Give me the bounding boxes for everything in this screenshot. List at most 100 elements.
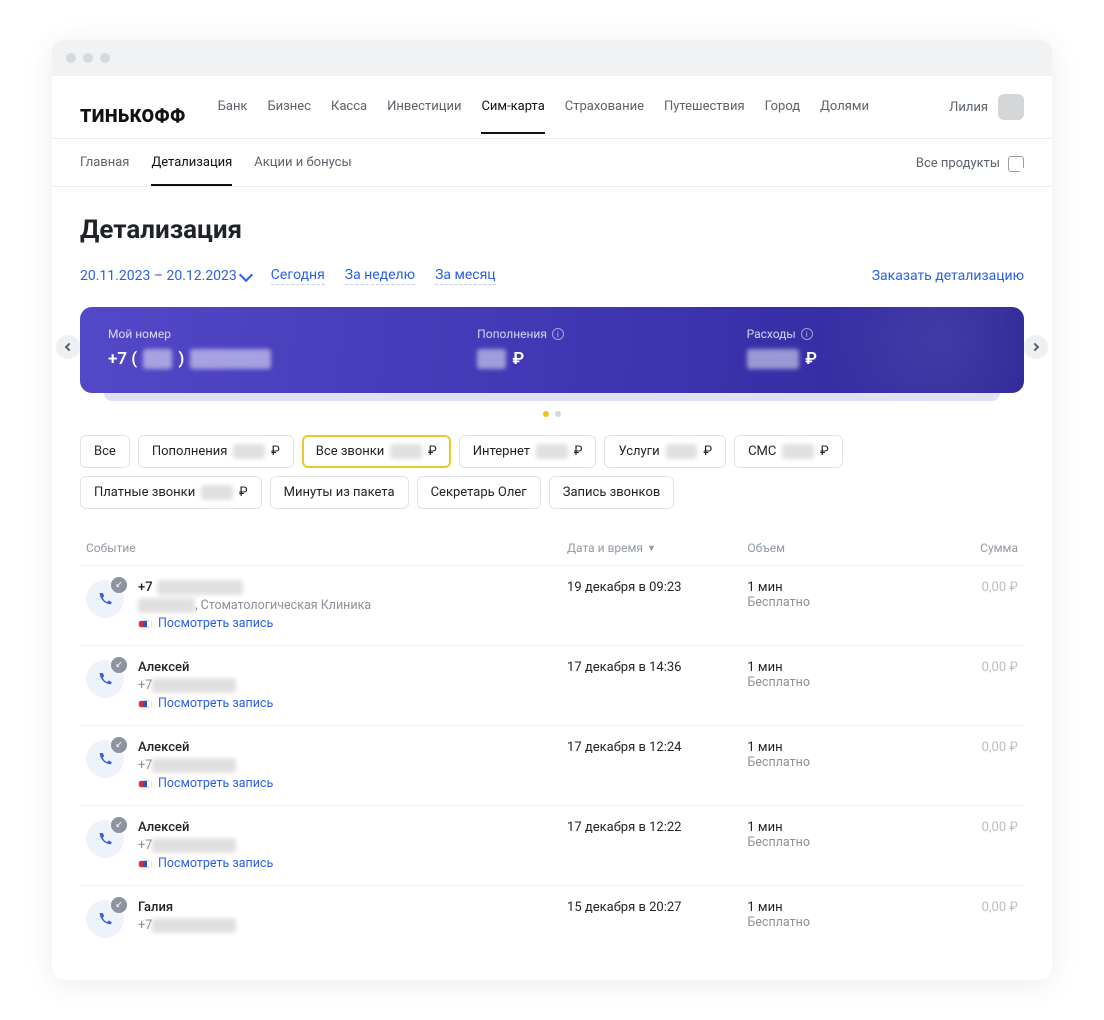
incoming-badge-icon: ↙ bbox=[111, 577, 127, 593]
summary-my-number-value: +7 (000) 000-00-00 bbox=[108, 349, 457, 369]
table-row[interactable]: ↙+7000 000-00-00Название, Стоматологичес… bbox=[80, 565, 1024, 645]
top-nav-item[interactable]: Касса bbox=[331, 99, 367, 134]
chip-label: Секретарь Олег bbox=[431, 485, 527, 500]
carousel-prev-button[interactable] bbox=[56, 335, 80, 359]
user-area[interactable]: Лилия bbox=[949, 94, 1024, 138]
window-dot bbox=[66, 53, 76, 63]
summary-topups-value: 000 ₽ bbox=[477, 349, 726, 369]
date-range-picker[interactable]: 20.11.2023 – 20.12.2023 bbox=[80, 268, 251, 284]
table-header: Событие Дата и время ▼ Объем Сумма bbox=[80, 531, 1024, 565]
page-content: Детализация 20.11.2023 – 20.12.2023 Сего… bbox=[52, 187, 1052, 980]
filter-chip[interactable]: Интернет00,00 ₽ bbox=[459, 435, 597, 468]
redacted: 00,00 bbox=[201, 485, 233, 500]
sub-nav-item[interactable]: Детализация bbox=[151, 155, 232, 186]
redacted: 000 000-00-00 bbox=[152, 758, 235, 773]
record-flag-icon bbox=[138, 620, 152, 628]
filter-chip[interactable]: Пополнения00,00 ₽ bbox=[138, 435, 294, 468]
redacted: 000 000-00-00 bbox=[152, 678, 235, 693]
filter-chip[interactable]: Услуги00,00 ₽ bbox=[604, 435, 726, 468]
phone-icon: ↙ bbox=[86, 900, 124, 938]
avatar[interactable] bbox=[998, 94, 1024, 120]
redacted: 000 000-00-00 bbox=[157, 580, 243, 595]
table-row[interactable]: ↙Алексей+7 000 000-00-00Посмотреть запис… bbox=[80, 805, 1024, 885]
all-products-link[interactable]: Все продукты bbox=[916, 156, 1024, 186]
view-recording-link[interactable]: Посмотреть запись bbox=[138, 776, 273, 791]
phone-icon: ↙ bbox=[86, 740, 124, 778]
cell-datetime: 17 декабря в 12:22 bbox=[567, 820, 747, 871]
carousel-next-button[interactable] bbox=[1024, 335, 1048, 359]
top-nav-item[interactable]: Путешествия bbox=[664, 99, 745, 134]
cell-sum: 0,00 ₽ bbox=[898, 820, 1018, 871]
filter-chip[interactable]: Секретарь Олег bbox=[417, 476, 541, 509]
cell-volume: 1 минБесплатно bbox=[747, 820, 897, 871]
filter-chip[interactable]: Платные звонки00,00 ₽ bbox=[80, 476, 262, 509]
col-datetime[interactable]: Дата и время ▼ bbox=[567, 541, 747, 555]
sub-nav: Главная Детализация Акции и бонусы bbox=[80, 155, 352, 186]
chip-label: Услуги bbox=[618, 444, 659, 459]
quick-range-week[interactable]: За неделю bbox=[345, 267, 415, 285]
quick-range-month[interactable]: За месяц bbox=[435, 267, 496, 285]
chip-label: Минуты из пакета bbox=[284, 485, 395, 500]
filter-chip[interactable]: СМС00,00 ₽ bbox=[734, 435, 843, 468]
view-recording-link[interactable]: Посмотреть запись bbox=[138, 616, 371, 631]
top-nav-item[interactable]: Город bbox=[765, 99, 801, 134]
redacted: 00,00 bbox=[666, 444, 698, 459]
top-nav-item[interactable]: Страхование bbox=[565, 99, 644, 134]
carousel-dot-active[interactable] bbox=[543, 411, 549, 417]
filter-chip[interactable]: Минуты из пакета bbox=[270, 476, 409, 509]
summary-my-number: Мой номер +7 (000) 000-00-00 bbox=[108, 327, 457, 369]
quick-range-today[interactable]: Сегодня bbox=[271, 267, 325, 285]
col-sum: Сумма bbox=[898, 541, 1018, 555]
date-range-label: 20.11.2023 – 20.12.2023 bbox=[80, 268, 237, 284]
redacted: 00,00 bbox=[233, 444, 265, 459]
filter-chip[interactable]: Все звонки00,00 ₽ bbox=[302, 435, 451, 468]
filter-chip[interactable]: Все bbox=[80, 435, 130, 468]
summary-expenses-value: 000,00 ₽ bbox=[747, 349, 996, 369]
record-flag-icon bbox=[138, 700, 152, 708]
sub-nav-item[interactable]: Главная bbox=[80, 155, 129, 186]
chip-label: Интернет bbox=[473, 444, 530, 459]
redacted: Название bbox=[138, 598, 195, 613]
carousel-dot[interactable] bbox=[555, 411, 561, 417]
table-row[interactable]: ↙Алексей+7 000 000-00-00Посмотреть запис… bbox=[80, 645, 1024, 725]
top-nav-item[interactable]: Бизнес bbox=[267, 99, 311, 134]
cell-sum: 0,00 ₽ bbox=[898, 900, 1018, 938]
table-row[interactable]: ↙ Алексей +7 000 000-00-00 Посмотреть запис… bbox=[80, 725, 1024, 805]
view-recording-link[interactable]: Посмотреть запись bbox=[138, 856, 273, 871]
sub-header: Главная Детализация Акции и бонусы Все про… bbox=[52, 139, 1052, 187]
summary-expenses: Расходы i 000,00 ₽ bbox=[747, 327, 996, 369]
cell-volume: 1 минБесплатно bbox=[747, 900, 897, 938]
table-row[interactable]: ↙Галия+7 000 000-00-0015 декабря в 20:27… bbox=[80, 885, 1024, 952]
event-subtitle: +7 000 000-00-00 bbox=[138, 918, 236, 933]
info-icon[interactable]: i bbox=[801, 328, 813, 340]
incoming-badge-icon: ↙ bbox=[111, 817, 127, 833]
top-nav-item[interactable]: Банк bbox=[218, 99, 248, 134]
page-title: Детализация bbox=[80, 215, 1024, 245]
top-nav-item[interactable]: Инвестиции bbox=[387, 99, 461, 134]
window-dot bbox=[100, 53, 110, 63]
cell-sum: 0,00 ₽ bbox=[898, 580, 1018, 631]
redacted: 00,00 bbox=[782, 444, 814, 459]
event-subtitle: +7 000 000-00-00 bbox=[138, 758, 273, 773]
app-header: ТИНЬКОФФ БанкБизнесКассаИнвестицииСим-ка… bbox=[52, 76, 1052, 139]
event-subtitle: +7 000 000-00-00 bbox=[138, 678, 273, 693]
chip-label: Все звонки bbox=[316, 444, 385, 459]
incoming-badge-icon: ↙ bbox=[111, 657, 127, 673]
phone-icon: ↙ bbox=[86, 580, 124, 618]
top-nav-item[interactable]: Сим-карта bbox=[481, 99, 544, 134]
info-icon[interactable]: i bbox=[552, 328, 564, 340]
summary-topups: Пополнения i 000 ₽ bbox=[477, 327, 726, 369]
chevron-left-icon bbox=[65, 343, 73, 351]
top-nav-item[interactable]: Долями bbox=[820, 99, 869, 134]
order-detail-link[interactable]: Заказать детализацию bbox=[872, 268, 1024, 284]
view-recording-link[interactable]: Посмотреть запись bbox=[138, 696, 273, 711]
col-event: Событие bbox=[86, 541, 567, 555]
window-dot bbox=[83, 53, 93, 63]
sub-nav-item[interactable]: Акции и бонусы bbox=[254, 155, 351, 186]
event-title: Алексей bbox=[138, 740, 273, 755]
chevron-right-icon bbox=[1031, 343, 1039, 351]
filter-chip[interactable]: Запись звонков bbox=[549, 476, 675, 509]
record-flag-icon bbox=[138, 860, 152, 868]
chip-label: Пополнения bbox=[152, 444, 228, 459]
cell-datetime: 17 декабря в 12:24 bbox=[567, 740, 747, 791]
